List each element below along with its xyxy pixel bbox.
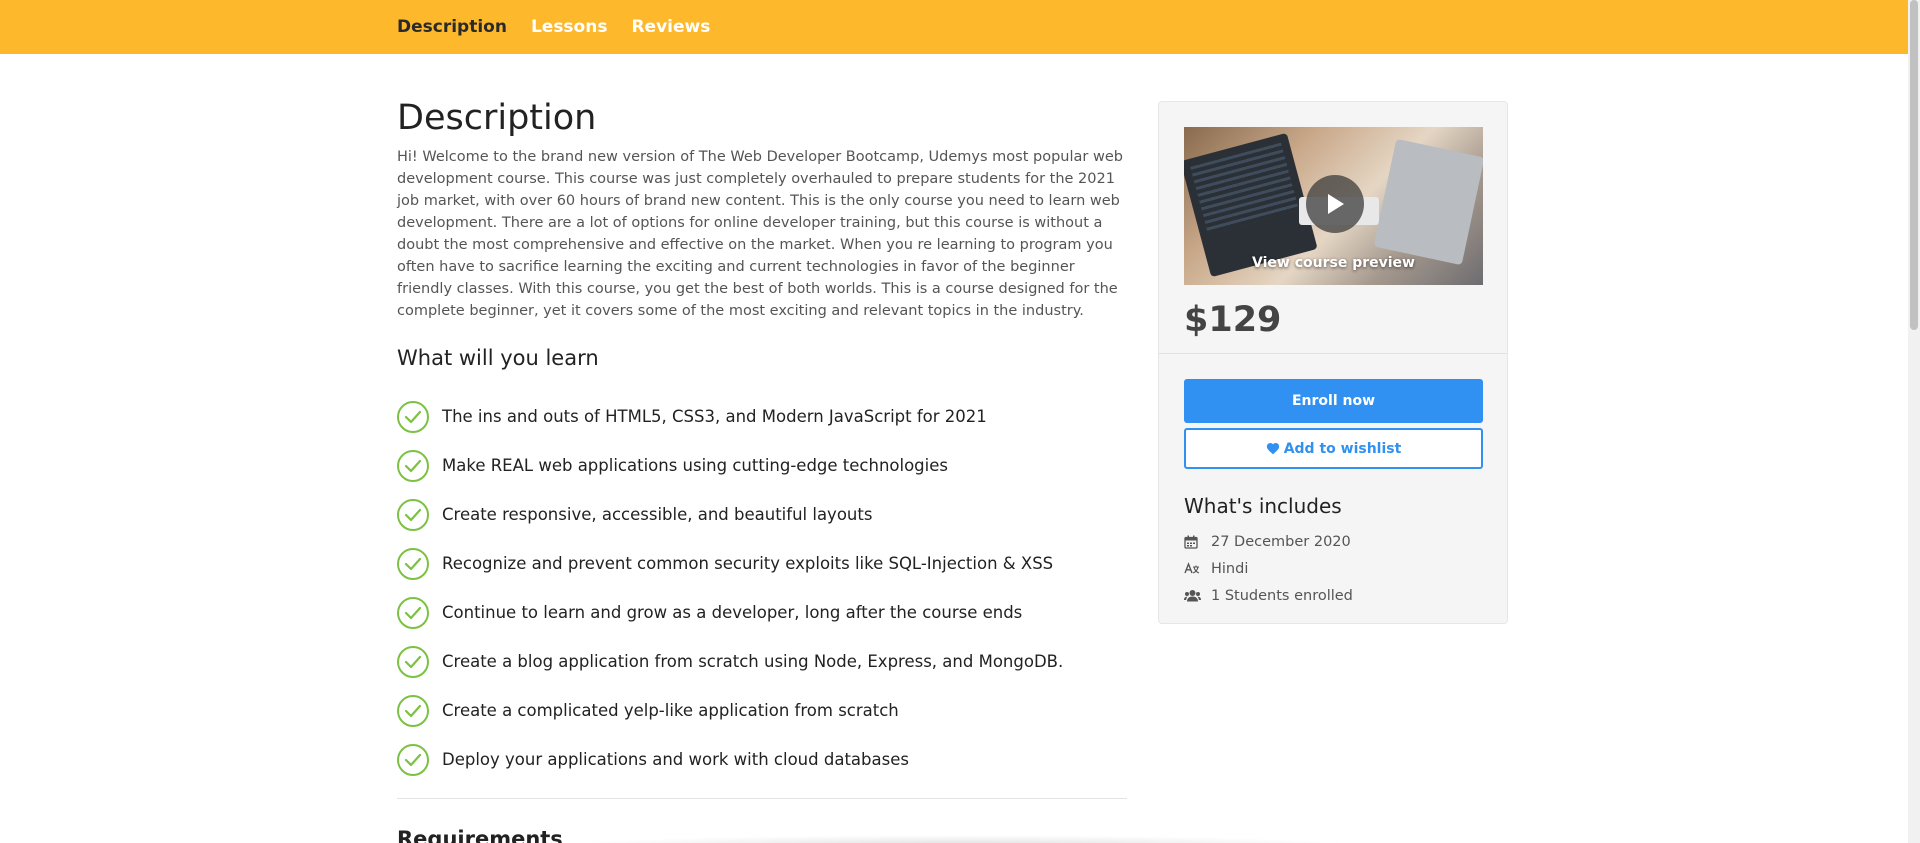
- calendar-icon: [1184, 535, 1204, 549]
- course-tabs-bar: Description Lessons Reviews: [0, 0, 1908, 54]
- check-circle-icon: [397, 743, 429, 776]
- learn-item-text: Recognize and prevent common security ex…: [442, 554, 1054, 573]
- learn-item-text: The ins and outs of HTML5, CSS3, and Mod…: [442, 407, 987, 426]
- course-purchase-card: View course preview $129 Enroll now Add …: [1158, 101, 1508, 624]
- check-circle-icon: [397, 645, 429, 678]
- tab-description[interactable]: Description: [397, 17, 507, 37]
- bottom-shadow: [560, 835, 1360, 843]
- list-item: Continue to learn and grow as a develope…: [397, 588, 1127, 637]
- course-preview-video[interactable]: View course preview: [1184, 127, 1483, 285]
- users-icon: [1184, 589, 1204, 602]
- learn-title: What will you learn: [397, 346, 599, 370]
- enroll-button[interactable]: Enroll now: [1184, 379, 1483, 423]
- list-item: Create responsive, accessible, and beaut…: [397, 490, 1127, 539]
- learn-list: The ins and outs of HTML5, CSS3, and Mod…: [397, 392, 1127, 784]
- add-to-wishlist-button[interactable]: Add to wishlist: [1184, 428, 1483, 469]
- published-date: 27 December 2020: [1211, 533, 1351, 550]
- list-item: Make REAL web applications using cutting…: [397, 441, 1127, 490]
- laptop-image: [1373, 138, 1483, 266]
- scrollbar-thumb[interactable]: [1910, 0, 1918, 330]
- includes-list: 27 December 2020 Hindi 1 Students enroll…: [1184, 528, 1353, 609]
- course-language: Hindi: [1211, 560, 1249, 577]
- description-title: Description: [397, 98, 597, 138]
- tab-lessons[interactable]: Lessons: [531, 17, 608, 37]
- check-circle-icon: [397, 694, 429, 727]
- check-circle-icon: [397, 498, 429, 531]
- learn-item-text: Deploy your applications and work with c…: [442, 750, 909, 769]
- list-item: 27 December 2020: [1184, 528, 1353, 555]
- card-divider: [1159, 353, 1507, 354]
- list-item: 1 Students enrolled: [1184, 582, 1353, 609]
- learn-item-text: Create a complicated yelp-like applicati…: [442, 701, 899, 720]
- learn-item-text: Continue to learn and grow as a develope…: [442, 603, 1023, 622]
- check-circle-icon: [397, 596, 429, 629]
- check-circle-icon: [397, 400, 429, 433]
- list-item: Recognize and prevent common security ex…: [397, 539, 1127, 588]
- page-scrollbar[interactable]: [1908, 0, 1920, 843]
- tabs: Description Lessons Reviews: [397, 17, 710, 37]
- learn-item-text: Make REAL web applications using cutting…: [442, 456, 948, 475]
- check-circle-icon: [397, 547, 429, 580]
- language-icon: [1184, 562, 1204, 575]
- list-item: Deploy your applications and work with c…: [397, 735, 1127, 784]
- includes-title: What's includes: [1184, 494, 1342, 518]
- section-divider: [397, 798, 1127, 799]
- tab-reviews[interactable]: Reviews: [631, 17, 710, 37]
- description-text: Hi! Welcome to the brand new version of …: [397, 149, 1123, 319]
- list-item: The ins and outs of HTML5, CSS3, and Mod…: [397, 392, 1127, 441]
- check-circle-icon: [397, 449, 429, 482]
- learn-item-text: Create responsive, accessible, and beaut…: [442, 505, 873, 524]
- list-item: Create a complicated yelp-like applicati…: [397, 686, 1127, 735]
- course-price: $129: [1184, 300, 1282, 340]
- list-item: Hindi: [1184, 555, 1353, 582]
- preview-label[interactable]: View course preview: [1184, 255, 1483, 271]
- heart-icon: [1266, 443, 1279, 455]
- students-enrolled: 1 Students enrolled: [1211, 587, 1353, 604]
- play-icon[interactable]: [1306, 175, 1364, 233]
- list-item: Create a blog application from scratch u…: [397, 637, 1127, 686]
- learn-item-text: Create a blog application from scratch u…: [442, 652, 1064, 671]
- course-main-content: Description Hi! Welcome to the brand new…: [397, 96, 1127, 843]
- wishlist-label: Add to wishlist: [1283, 440, 1402, 457]
